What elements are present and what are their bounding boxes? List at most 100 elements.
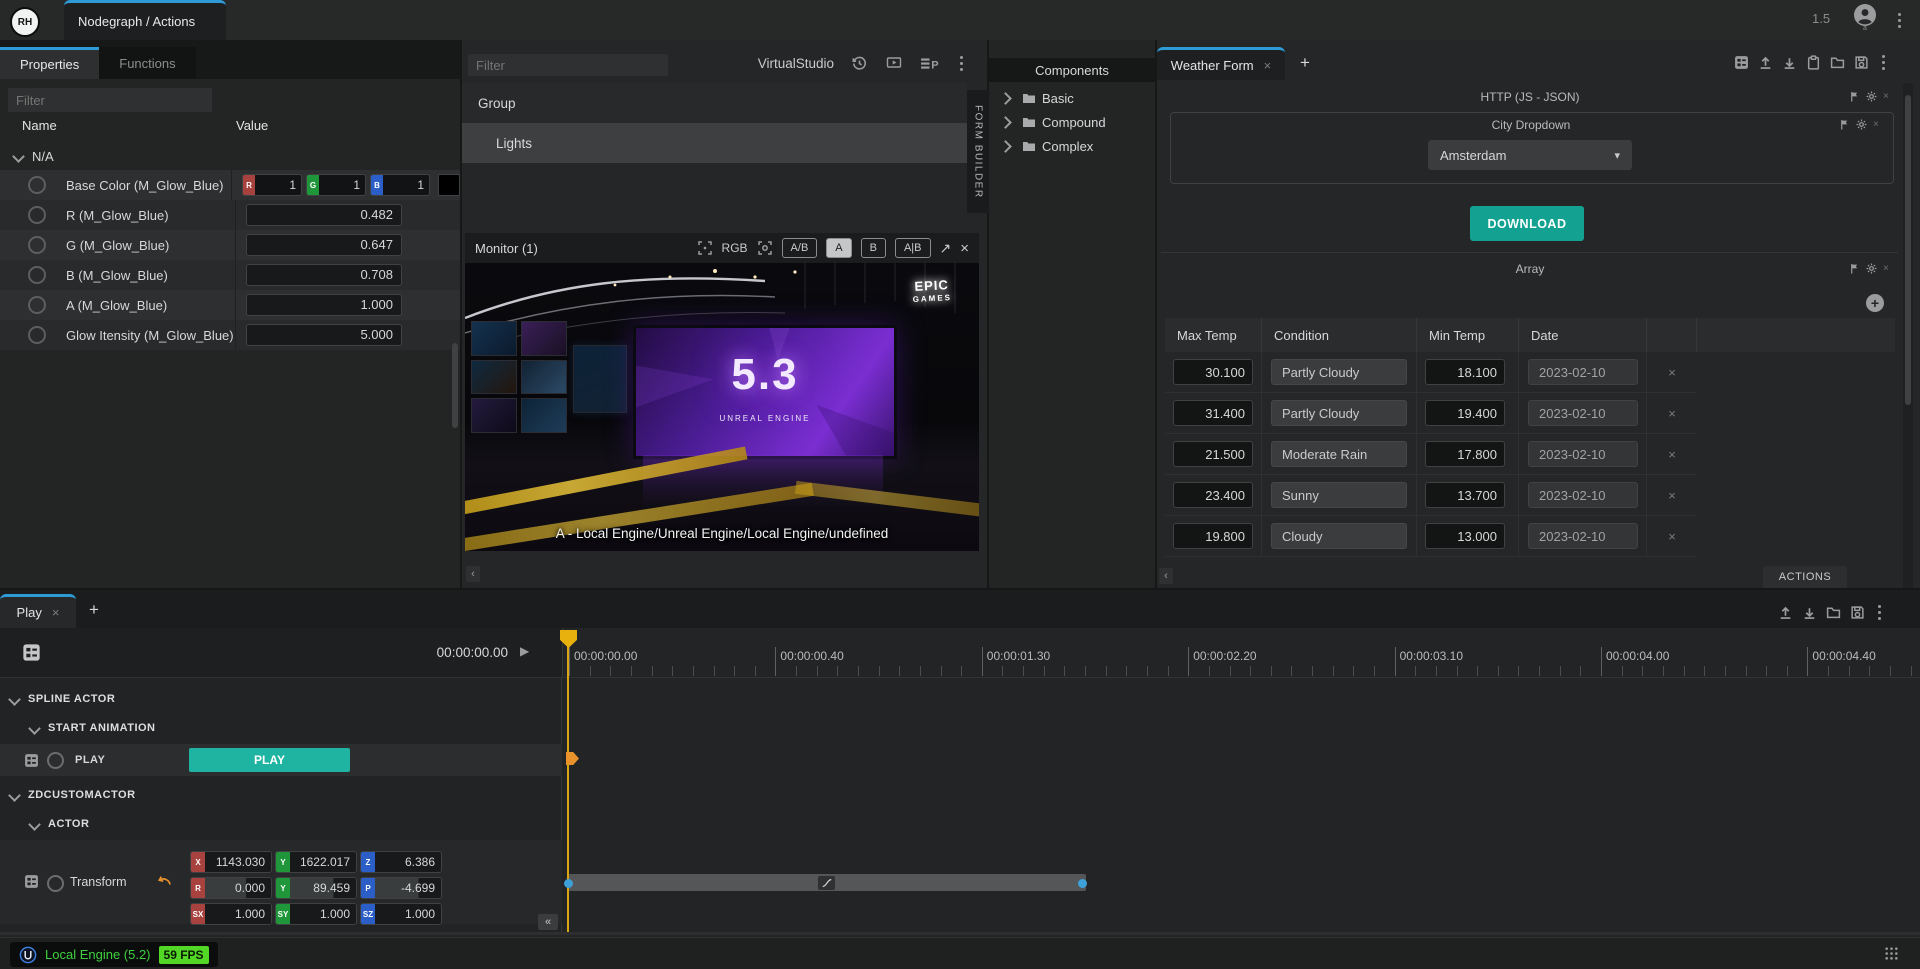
delete-row-button[interactable]: × — [1647, 393, 1697, 433]
min-temp-field[interactable]: 18.100 — [1425, 359, 1505, 385]
ab-compare-button[interactable]: A/B — [782, 238, 818, 258]
value-field[interactable]: 0.708 — [246, 264, 402, 286]
form-menu-button[interactable] — [1878, 54, 1888, 70]
weather-scrollbar-track[interactable] — [1903, 83, 1913, 600]
scroll-left-button[interactable]: ‹ — [1159, 568, 1173, 584]
radio-circle[interactable] — [28, 176, 46, 194]
condition-field[interactable]: Moderate Rain — [1271, 441, 1407, 467]
delete-row-button[interactable]: × — [1647, 434, 1697, 474]
gear-icon[interactable] — [1856, 119, 1867, 130]
history-icon[interactable] — [851, 55, 868, 72]
max-temp-field[interactable]: 23.400 — [1173, 482, 1253, 508]
transform-field-x[interactable]: X1143.030 — [190, 851, 272, 873]
form-layout-icon[interactable] — [22, 643, 41, 662]
tab-functions[interactable]: Functions — [99, 47, 195, 79]
delete-row-button[interactable]: × — [1647, 516, 1697, 556]
add-tab-button[interactable]: + — [1295, 53, 1315, 73]
add-tab-button[interactable]: + — [84, 600, 104, 620]
gear-icon[interactable] — [1866, 263, 1877, 274]
download-button[interactable]: DOWNLOAD — [1470, 206, 1584, 241]
rgb-mode-button[interactable]: RGB — [722, 241, 748, 255]
color-channel-field[interactable]: B1 — [370, 174, 430, 196]
track-group-actor[interactable]: ACTOR — [30, 812, 89, 836]
property-group-row[interactable]: N/A — [0, 142, 460, 170]
transform-field-r[interactable]: R0.000 — [190, 877, 272, 899]
fullscreen-icon[interactable] — [697, 240, 713, 256]
condition-field[interactable]: Sunny — [1271, 482, 1407, 508]
radio-circle[interactable] — [28, 266, 46, 284]
folder-icon[interactable] — [1830, 55, 1845, 70]
focus-icon[interactable] — [757, 240, 773, 256]
pin-icon[interactable] — [1849, 263, 1860, 274]
track-group-zdcustomactor[interactable]: ZDCUSTOMACTOR — [10, 782, 136, 808]
scroll-left-button[interactable]: ‹ — [466, 566, 480, 582]
keyframe-marker[interactable] — [566, 752, 579, 765]
condition-field[interactable]: Partly Cloudy — [1271, 400, 1407, 426]
date-field[interactable]: 2023-02-10 — [1528, 359, 1638, 385]
play-icon[interactable]: ▶ — [520, 644, 529, 658]
tab-weather-form[interactable]: Weather Form × — [1157, 47, 1285, 80]
engine-status-chip[interactable]: Local Engine (5.2) 59 FPS — [10, 942, 218, 967]
color-channel-field[interactable]: G1 — [306, 174, 366, 196]
keyframe-dot-start[interactable] — [564, 879, 573, 888]
transform-field-y[interactable]: Y1622.017 — [275, 851, 357, 873]
value-field[interactable]: 5.000 — [246, 324, 402, 346]
monitor-play-icon[interactable] — [885, 55, 903, 71]
channel-b-button[interactable]: B — [861, 238, 886, 258]
form-builder-vertical-tab[interactable]: FORM BUILDER — [967, 90, 989, 213]
radio-circle[interactable] — [28, 326, 46, 344]
form-layout-icon[interactable] — [1734, 55, 1749, 70]
playlist-icon[interactable] — [920, 56, 939, 71]
save-icon[interactable] — [1854, 55, 1869, 70]
tree-item-compound[interactable]: Compound — [989, 110, 1155, 134]
radio-circle[interactable] — [47, 875, 64, 892]
condition-field[interactable]: Cloudy — [1271, 523, 1407, 549]
timeline-menu-button[interactable] — [1874, 604, 1884, 620]
close-icon[interactable]: × — [1883, 91, 1889, 102]
popout-icon[interactable]: ↗ — [940, 240, 952, 257]
actions-tab[interactable]: ACTIONS — [1763, 566, 1847, 588]
track-group-spline-actor[interactable]: SPLINE ACTOR — [10, 686, 115, 712]
undo-icon[interactable] — [156, 873, 172, 887]
weather-scrollbar-thumb[interactable] — [1905, 95, 1911, 405]
tree-item-basic[interactable]: Basic — [989, 86, 1155, 110]
app-logo[interactable]: RH — [10, 7, 40, 37]
min-temp-field[interactable]: 17.800 — [1425, 441, 1505, 467]
save-icon[interactable] — [1850, 605, 1865, 620]
min-temp-field[interactable]: 13.000 — [1425, 523, 1505, 549]
transform-field-sz[interactable]: SZ1.000 — [360, 903, 442, 925]
tab-play[interactable]: Play × — [0, 594, 76, 628]
studio-filter-input[interactable] — [468, 54, 668, 76]
gear-icon[interactable] — [1866, 91, 1877, 102]
properties-scrollbar-thumb[interactable] — [452, 343, 458, 428]
color-swatch[interactable] — [438, 174, 460, 196]
properties-filter-input[interactable] — [8, 88, 212, 112]
radio-circle[interactable] — [28, 296, 46, 314]
max-temp-field[interactable]: 19.800 — [1173, 523, 1253, 549]
max-temp-field[interactable]: 30.100 — [1173, 359, 1253, 385]
transform-field-p[interactable]: P-4.699 — [360, 877, 442, 899]
transform-field-z[interactable]: Z6.386 — [360, 851, 442, 873]
user-avatar[interactable]: a — [1852, 4, 1878, 32]
clipboard-icon[interactable] — [1806, 55, 1821, 70]
ab-split-button[interactable]: A|B — [895, 238, 931, 258]
city-dropdown[interactable]: Amsterdam ▾ — [1428, 140, 1632, 170]
add-row-button[interactable]: + — [1866, 294, 1884, 312]
close-icon[interactable]: × — [1873, 119, 1879, 130]
download-icon[interactable] — [1802, 605, 1817, 620]
transform-field-sy[interactable]: SY1.000 — [275, 903, 357, 925]
curve-icon[interactable] — [818, 876, 835, 890]
condition-field[interactable]: Partly Cloudy — [1271, 359, 1407, 385]
close-icon[interactable]: × — [960, 240, 969, 257]
transform-field-sx[interactable]: SX1.000 — [190, 903, 272, 925]
play-action-button[interactable]: PLAY — [189, 748, 350, 772]
tree-item-complex[interactable]: Complex — [989, 134, 1155, 158]
tab-properties[interactable]: Properties — [0, 47, 99, 79]
channel-a-button[interactable]: A — [826, 238, 851, 258]
close-icon[interactable]: × — [1883, 263, 1889, 274]
studio-menu-button[interactable] — [956, 55, 966, 71]
folder-icon[interactable] — [1826, 605, 1841, 620]
list-item-lights[interactable]: Lights — [462, 123, 967, 163]
keyframe-dot-end[interactable] — [1078, 879, 1087, 888]
date-field[interactable]: 2023-02-10 — [1528, 523, 1638, 549]
